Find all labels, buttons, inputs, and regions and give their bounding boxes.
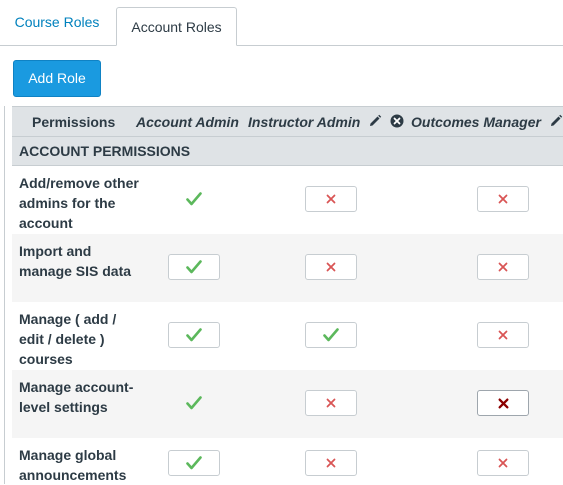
table-row: Manage account-level settings (12, 370, 563, 438)
remove-circle-icon[interactable] (390, 108, 404, 138)
checkmark-icon (169, 451, 219, 475)
permission-toggle[interactable] (477, 186, 529, 212)
role-header-instructor-admin: Instructor Admin (248, 107, 404, 137)
x-icon (478, 187, 528, 211)
x-icon (306, 255, 356, 279)
x-icon (478, 255, 528, 279)
table-header-row: Permissions Account Admin Instructor Adm… (12, 106, 563, 137)
permission-toggle[interactable] (305, 186, 357, 212)
pencil-icon[interactable] (549, 108, 563, 138)
permission-toggle[interactable] (168, 322, 220, 348)
permission-toggle[interactable] (477, 254, 529, 280)
permission-label: Manage global announcements (19, 447, 127, 483)
x-icon (306, 187, 356, 211)
permission-toggle[interactable] (305, 390, 357, 416)
x-icon (306, 451, 356, 475)
checkmark-icon (168, 390, 220, 416)
table-row: Import and manage SIS data (12, 234, 563, 302)
permission-toggle[interactable] (168, 390, 220, 416)
permission-label: Manage ( add / edit / delete ) courses (19, 311, 117, 367)
permission-toggle[interactable] (168, 450, 220, 476)
role-header-outcomes-manager: Outcomes Manager (411, 107, 563, 137)
checkmark-icon (306, 323, 356, 347)
role-tabs: Course Roles Account Roles (0, 0, 563, 46)
permission-toggle[interactable] (168, 254, 220, 280)
pencil-icon[interactable] (368, 108, 382, 138)
permission-toggle[interactable] (477, 322, 529, 348)
table-row: Manage global announcements (12, 438, 563, 484)
permission-toggle[interactable] (477, 450, 529, 476)
permission-label: Manage account-level settings (19, 379, 134, 415)
role-header-account-admin: Account Admin (136, 114, 239, 130)
permission-toggle[interactable] (305, 254, 357, 280)
tab-course-roles[interactable]: Course Roles (0, 0, 114, 45)
x-icon (478, 323, 528, 347)
tab-account-roles[interactable]: Account Roles (116, 7, 237, 46)
checkmark-icon (169, 323, 219, 347)
permission-toggle[interactable] (305, 322, 357, 348)
permission-toggle[interactable] (477, 390, 529, 416)
x-icon (306, 391, 356, 415)
left-rail-border (0, 106, 5, 484)
add-role-button[interactable]: Add Role (13, 60, 101, 97)
table-row: Add/remove other admins for the account (12, 166, 563, 234)
checkmark-icon (169, 255, 219, 279)
permission-toggle[interactable] (168, 186, 220, 212)
section-header-account-permissions: ACCOUNT PERMISSIONS (12, 137, 563, 166)
x-icon (478, 391, 528, 415)
permission-label: Add/remove other admins for the account (19, 175, 139, 231)
permission-toggle[interactable] (305, 450, 357, 476)
permission-label: Import and manage SIS data (19, 243, 132, 279)
checkmark-icon (168, 186, 220, 212)
role-header-label: Instructor Admin (248, 114, 361, 130)
x-icon (478, 451, 528, 475)
permissions-column-header: Permissions (32, 114, 116, 130)
table-row: Manage ( add / edit / delete ) courses (12, 302, 563, 370)
role-header-label: Outcomes Manager (411, 114, 541, 130)
